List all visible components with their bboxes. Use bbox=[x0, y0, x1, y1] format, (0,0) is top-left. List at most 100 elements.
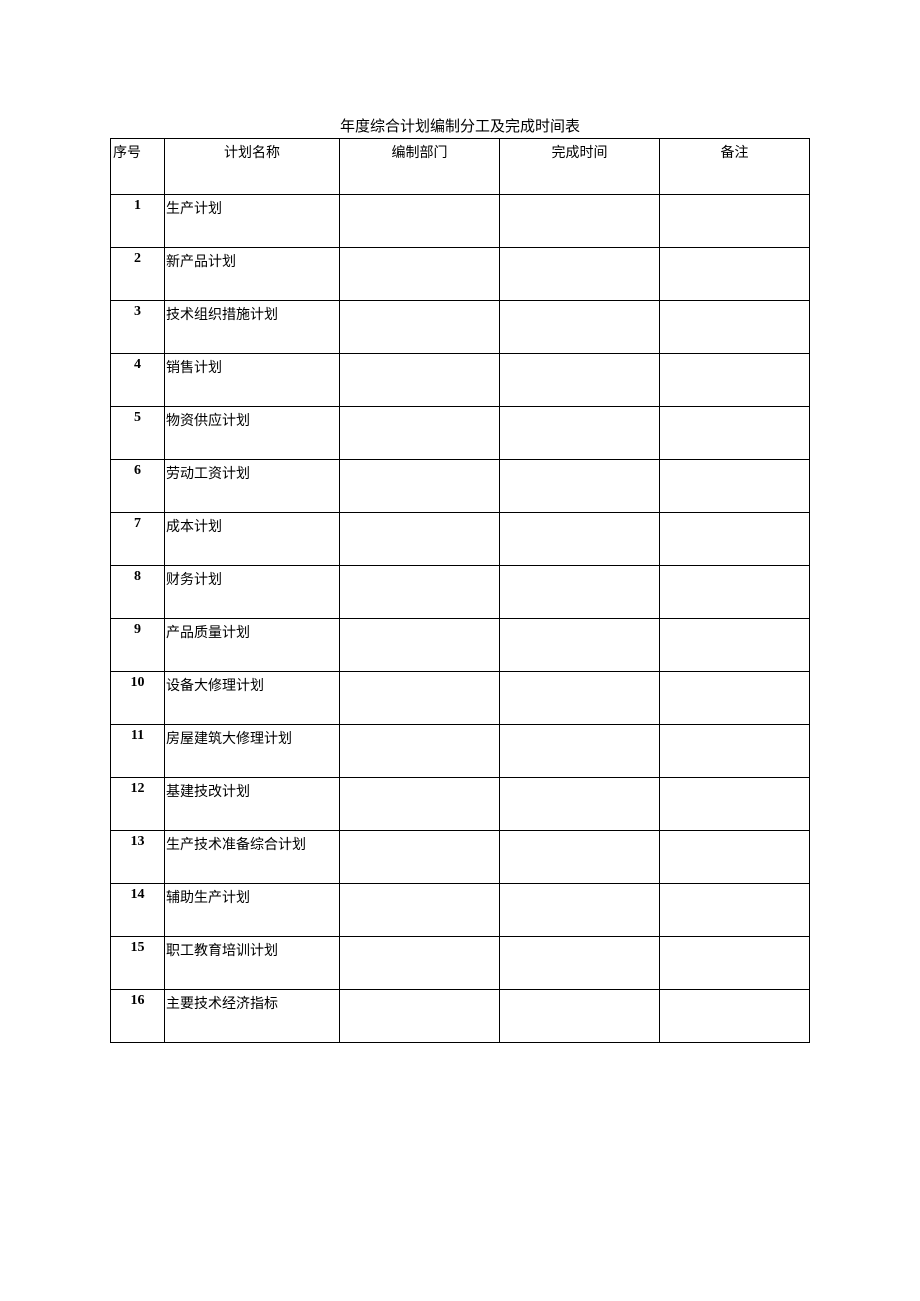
cell-name: 新产品计划 bbox=[165, 248, 340, 301]
cell-name: 设备大修理计划 bbox=[165, 672, 340, 725]
cell-note bbox=[660, 566, 810, 619]
cell-dept bbox=[340, 195, 500, 248]
cell-time bbox=[500, 248, 660, 301]
cell-seq: 7 bbox=[111, 513, 165, 566]
table-row: 14 辅助生产计划 bbox=[111, 884, 810, 937]
header-note: 备注 bbox=[660, 139, 810, 195]
cell-name: 物资供应计划 bbox=[165, 407, 340, 460]
cell-seq: 9 bbox=[111, 619, 165, 672]
cell-seq: 1 bbox=[111, 195, 165, 248]
cell-note bbox=[660, 672, 810, 725]
table-row: 6 劳动工资计划 bbox=[111, 460, 810, 513]
cell-dept bbox=[340, 937, 500, 990]
cell-name: 财务计划 bbox=[165, 566, 340, 619]
cell-dept bbox=[340, 248, 500, 301]
cell-dept bbox=[340, 990, 500, 1043]
table-body: 1 生产计划 2 新产品计划 3 技术组织措施计划 4 销售计划 bbox=[111, 195, 810, 1043]
table-row: 8 财务计划 bbox=[111, 566, 810, 619]
table-row: 1 生产计划 bbox=[111, 195, 810, 248]
cell-note bbox=[660, 778, 810, 831]
header-seq: 序号 bbox=[111, 139, 165, 195]
cell-note bbox=[660, 884, 810, 937]
cell-seq: 4 bbox=[111, 354, 165, 407]
cell-name: 劳动工资计划 bbox=[165, 460, 340, 513]
cell-note bbox=[660, 619, 810, 672]
cell-time bbox=[500, 725, 660, 778]
cell-name: 成本计划 bbox=[165, 513, 340, 566]
cell-time bbox=[500, 778, 660, 831]
cell-note bbox=[660, 513, 810, 566]
header-dept: 编制部门 bbox=[340, 139, 500, 195]
table-row: 9 产品质量计划 bbox=[111, 619, 810, 672]
cell-name: 辅助生产计划 bbox=[165, 884, 340, 937]
cell-note bbox=[660, 407, 810, 460]
table-row: 12 基建技改计划 bbox=[111, 778, 810, 831]
cell-name: 技术组织措施计划 bbox=[165, 301, 340, 354]
cell-note bbox=[660, 725, 810, 778]
cell-seq: 10 bbox=[111, 672, 165, 725]
schedule-table: 序号 计划名称 编制部门 完成时间 备注 1 生产计划 2 新产品计划 3 技术… bbox=[110, 138, 810, 1043]
cell-time bbox=[500, 460, 660, 513]
table-row: 10 设备大修理计划 bbox=[111, 672, 810, 725]
cell-time bbox=[500, 937, 660, 990]
cell-seq: 16 bbox=[111, 990, 165, 1043]
table-header-row: 序号 计划名称 编制部门 完成时间 备注 bbox=[111, 139, 810, 195]
cell-dept bbox=[340, 354, 500, 407]
cell-seq: 11 bbox=[111, 725, 165, 778]
cell-note bbox=[660, 354, 810, 407]
cell-time bbox=[500, 884, 660, 937]
header-time: 完成时间 bbox=[500, 139, 660, 195]
table-row: 4 销售计划 bbox=[111, 354, 810, 407]
cell-time bbox=[500, 990, 660, 1043]
cell-name: 生产技术准备综合计划 bbox=[165, 831, 340, 884]
cell-seq: 15 bbox=[111, 937, 165, 990]
cell-time bbox=[500, 672, 660, 725]
cell-dept bbox=[340, 831, 500, 884]
table-row: 7 成本计划 bbox=[111, 513, 810, 566]
cell-name: 基建技改计划 bbox=[165, 778, 340, 831]
table-row: 16 主要技术经济指标 bbox=[111, 990, 810, 1043]
header-name: 计划名称 bbox=[165, 139, 340, 195]
table-row: 3 技术组织措施计划 bbox=[111, 301, 810, 354]
cell-dept bbox=[340, 407, 500, 460]
cell-time bbox=[500, 619, 660, 672]
cell-dept bbox=[340, 672, 500, 725]
cell-seq: 14 bbox=[111, 884, 165, 937]
cell-seq: 12 bbox=[111, 778, 165, 831]
cell-seq: 2 bbox=[111, 248, 165, 301]
cell-dept bbox=[340, 301, 500, 354]
cell-name: 职工教育培训计划 bbox=[165, 937, 340, 990]
cell-dept bbox=[340, 725, 500, 778]
cell-note bbox=[660, 990, 810, 1043]
cell-time bbox=[500, 354, 660, 407]
cell-note bbox=[660, 831, 810, 884]
cell-time bbox=[500, 195, 660, 248]
cell-note bbox=[660, 937, 810, 990]
cell-time bbox=[500, 513, 660, 566]
cell-seq: 3 bbox=[111, 301, 165, 354]
cell-time bbox=[500, 301, 660, 354]
cell-dept bbox=[340, 513, 500, 566]
table-row: 15 职工教育培训计划 bbox=[111, 937, 810, 990]
cell-name: 生产计划 bbox=[165, 195, 340, 248]
cell-note bbox=[660, 301, 810, 354]
cell-name: 销售计划 bbox=[165, 354, 340, 407]
table-row: 13 生产技术准备综合计划 bbox=[111, 831, 810, 884]
cell-seq: 13 bbox=[111, 831, 165, 884]
cell-name: 房屋建筑大修理计划 bbox=[165, 725, 340, 778]
cell-note bbox=[660, 248, 810, 301]
cell-name: 产品质量计划 bbox=[165, 619, 340, 672]
cell-dept bbox=[340, 619, 500, 672]
table-row: 5 物资供应计划 bbox=[111, 407, 810, 460]
cell-seq: 8 bbox=[111, 566, 165, 619]
cell-time bbox=[500, 407, 660, 460]
document-title: 年度综合计划编制分工及完成时间表 bbox=[110, 115, 810, 136]
cell-name: 主要技术经济指标 bbox=[165, 990, 340, 1043]
cell-seq: 5 bbox=[111, 407, 165, 460]
table-row: 2 新产品计划 bbox=[111, 248, 810, 301]
cell-note bbox=[660, 460, 810, 513]
cell-dept bbox=[340, 460, 500, 513]
cell-note bbox=[660, 195, 810, 248]
cell-time bbox=[500, 831, 660, 884]
table-row: 11 房屋建筑大修理计划 bbox=[111, 725, 810, 778]
